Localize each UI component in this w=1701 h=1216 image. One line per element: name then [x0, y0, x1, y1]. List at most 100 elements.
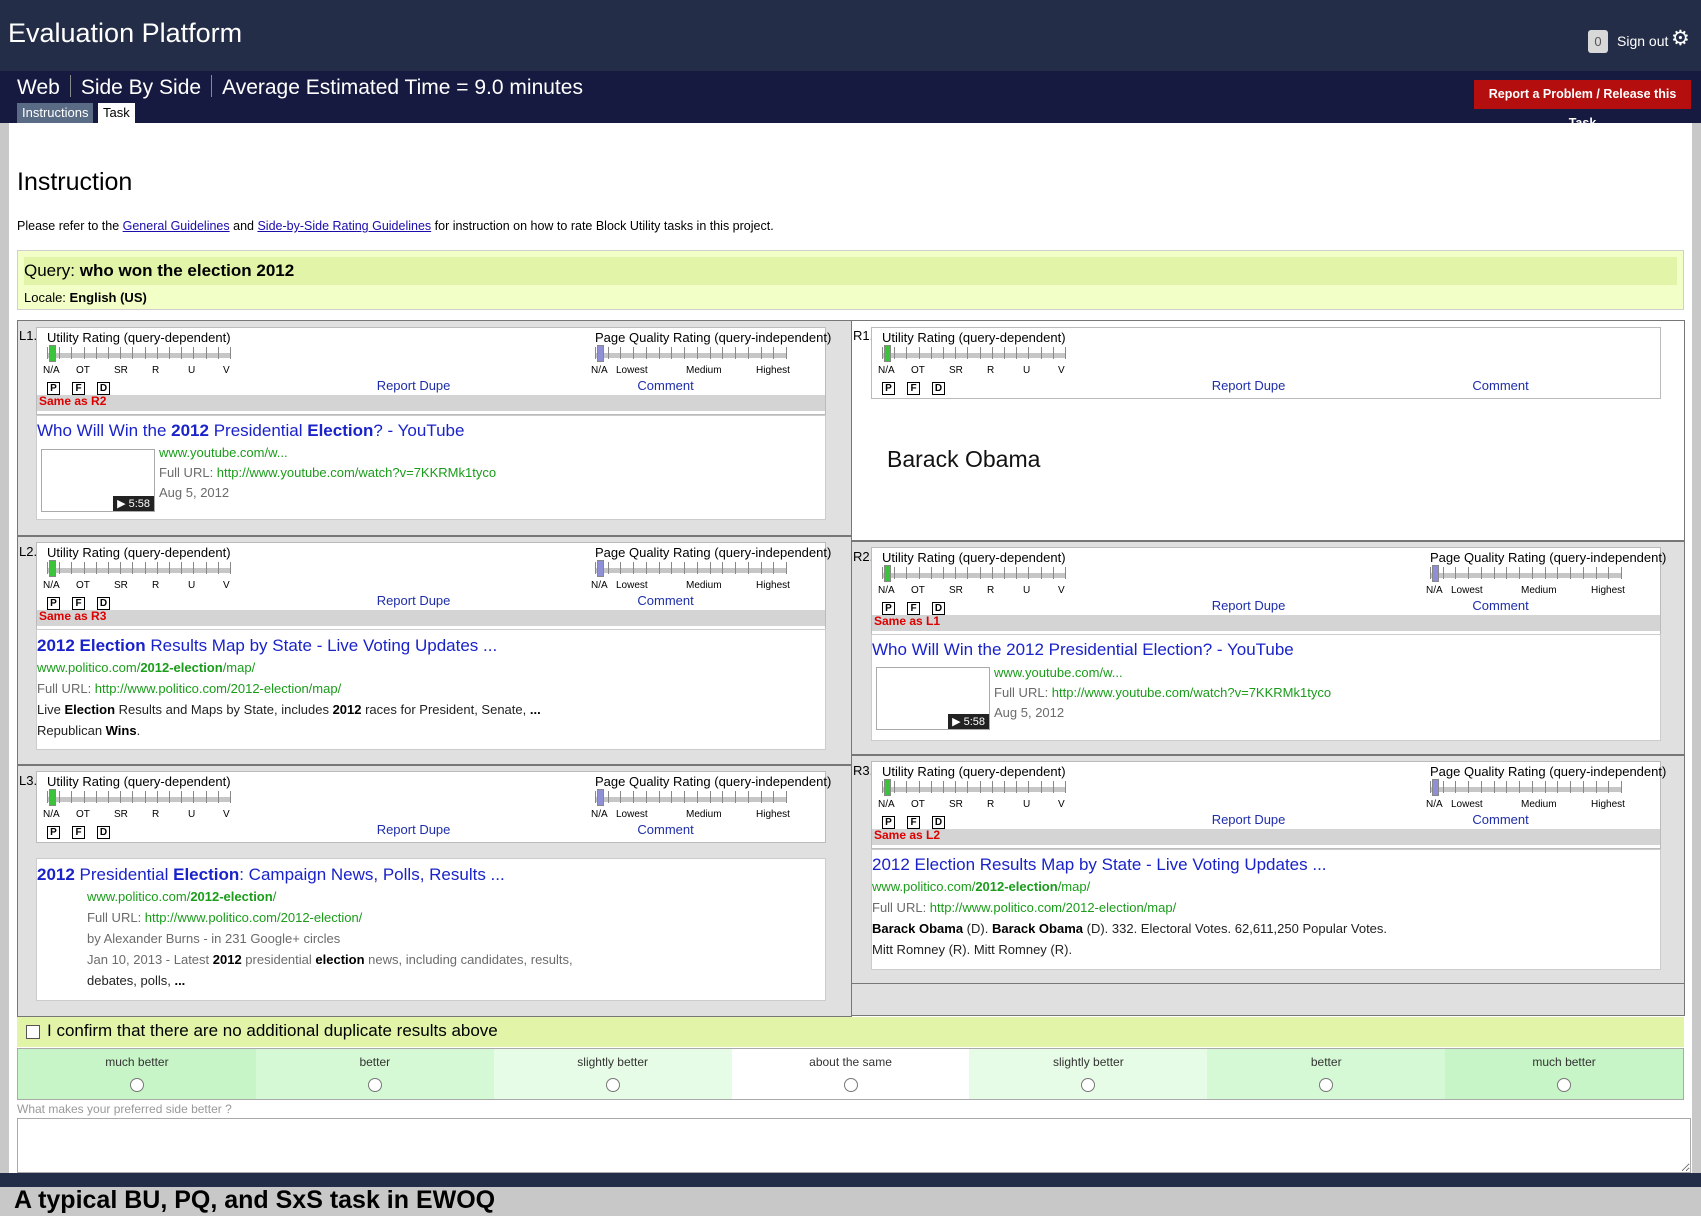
comment-link[interactable]: Comment	[1472, 378, 1528, 393]
scale-thumb[interactable]	[884, 565, 891, 582]
result-title-link[interactable]: Who Will Win the 2012 Presidential Elect…	[872, 640, 1294, 660]
snippet-part: Barack Obama	[991, 921, 1084, 936]
sxs-option-radio[interactable]	[843, 1078, 858, 1092]
snippet-part: races for President, Senate,	[361, 702, 530, 717]
report-dupe-link[interactable]: Report Dupe	[377, 822, 451, 837]
flag-didnt-load-checkbox[interactable]: D	[97, 826, 110, 839]
tab-task[interactable]: Task	[98, 103, 135, 123]
comment-link[interactable]: Comment	[637, 822, 693, 837]
notification-badge[interactable]: 0	[1588, 30, 1608, 53]
scale-thumb[interactable]	[597, 560, 604, 577]
scale-tick	[646, 347, 647, 359]
tab-instructions[interactable]: Instructions	[17, 103, 94, 123]
report-problem-button[interactable]: Report a Problem / Release this Task	[1474, 80, 1691, 130]
sxs-guidelines-link[interactable]: Side-by-Side Rating Guidelines	[257, 219, 431, 233]
full-url-link[interactable]: http://www.politico.com/2012-election/ma…	[95, 681, 341, 696]
sxs-option[interactable]: much better	[18, 1049, 256, 1099]
pq-scale[interactable]	[1430, 565, 1622, 582]
scale-thumb[interactable]	[1432, 565, 1439, 582]
sxs-option[interactable]: slightly better	[969, 1049, 1208, 1099]
report-dupe-link[interactable]: Report Dupe	[1212, 378, 1286, 393]
util-scale[interactable]	[882, 345, 1066, 362]
comment-link[interactable]: Comment	[1472, 598, 1528, 613]
full-url-link[interactable]: http://www.politico.com/2012-election/	[145, 910, 363, 925]
sxs-option[interactable]: better	[1207, 1049, 1446, 1099]
sxs-option-radio[interactable]	[367, 1078, 382, 1092]
scale-tick	[120, 791, 121, 803]
sign-out-link[interactable]: Sign out	[1617, 33, 1668, 49]
result-title-link[interactable]: 2012 Election Results Map by State - Liv…	[872, 855, 1327, 875]
scale-tick	[697, 562, 698, 574]
pq-scale[interactable]	[1430, 779, 1622, 796]
scale-thumb[interactable]	[597, 345, 604, 362]
scale-label: Medium	[1521, 585, 1557, 596]
gear-icon[interactable]: ⚙	[1671, 28, 1690, 49]
sxs-option[interactable]: slightly better	[493, 1049, 732, 1099]
full-url-link[interactable]: http://www.politico.com/2012-election/ma…	[930, 900, 1176, 915]
report-dupe-link[interactable]: Report Dupe	[377, 593, 451, 608]
result-title-link[interactable]: 2012 Presidential Election: Campaign New…	[37, 865, 505, 885]
sxs-option[interactable]: better	[255, 1049, 494, 1099]
scale-tick	[1494, 781, 1495, 793]
scale-tick	[697, 347, 698, 359]
comment-link[interactable]: Comment	[1472, 812, 1528, 827]
report-dupe-link[interactable]: Report Dupe	[1212, 812, 1286, 827]
snippet-part: 2012	[332, 702, 362, 717]
util-scale[interactable]	[47, 789, 231, 806]
scale-thumb[interactable]	[49, 345, 56, 362]
scale-tick	[96, 347, 97, 359]
sxs-option[interactable]: about the same	[731, 1049, 970, 1099]
result-title-link[interactable]: 2012 Election Results Map by State - Liv…	[37, 636, 497, 656]
scale-tick	[633, 562, 634, 574]
report-dupe-link[interactable]: Report Dupe	[1212, 598, 1286, 613]
sxs-option-radio[interactable]	[1081, 1078, 1096, 1092]
scale-thumb[interactable]	[597, 789, 604, 806]
util-scale[interactable]	[882, 565, 1066, 582]
confirm-row: I confirm that there are no additional d…	[17, 1017, 1684, 1047]
util-scale[interactable]	[882, 779, 1066, 796]
scale-thumb[interactable]	[884, 345, 891, 362]
comment-link[interactable]: Comment	[637, 593, 693, 608]
video-thumbnail[interactable]: ▶ 5:58	[41, 449, 155, 512]
scale-label: N/A	[878, 585, 895, 596]
general-guidelines-link[interactable]: General Guidelines	[123, 219, 230, 233]
sxs-option-radio[interactable]	[129, 1078, 144, 1092]
scale-label: R	[987, 585, 995, 596]
pq-scale[interactable]	[595, 345, 787, 362]
scale-tick	[71, 562, 72, 574]
scale-tick	[967, 567, 968, 579]
title-part: 2012 Election	[37, 636, 146, 655]
scale-thumb[interactable]	[1432, 779, 1439, 796]
report-dupe-link[interactable]: Report Dupe	[377, 378, 451, 393]
full-url-link[interactable]: http://www.youtube.com/watch?v=7KKRMk1ty…	[1052, 685, 1331, 700]
sxs-option-label: slightly better	[577, 1055, 648, 1069]
scale-thumb[interactable]	[884, 779, 891, 796]
scale-tick	[722, 347, 723, 359]
flag-foreign-checkbox[interactable]: F	[907, 382, 920, 395]
scale-thumb[interactable]	[49, 560, 56, 577]
flag-foreign-checkbox[interactable]: F	[72, 826, 85, 839]
pq-scale[interactable]	[595, 560, 787, 577]
pq-scale[interactable]	[595, 789, 787, 806]
scale-tick	[980, 347, 981, 359]
breadcrumb-divider	[211, 75, 213, 97]
video-thumbnail[interactable]: ▶ 5:58	[876, 667, 990, 730]
comment-link[interactable]: Comment	[637, 378, 693, 393]
scale-tick	[633, 347, 634, 359]
sxs-option-radio[interactable]	[1319, 1078, 1334, 1092]
result-title-link[interactable]: Who Will Win the 2012 Presidential Elect…	[37, 421, 464, 441]
flag-porn-checkbox[interactable]: P	[882, 382, 895, 395]
util-scale[interactable]	[47, 560, 231, 577]
sxs-option-radio[interactable]	[605, 1078, 620, 1092]
sxs-option[interactable]: much better	[1445, 1049, 1684, 1099]
full-url-label: Full URL:	[87, 910, 145, 925]
scale-tick	[943, 781, 944, 793]
scale-thumb[interactable]	[49, 789, 56, 806]
flag-porn-checkbox[interactable]: P	[47, 826, 60, 839]
why-textarea[interactable]	[17, 1118, 1691, 1173]
util-scale[interactable]	[47, 345, 231, 362]
full-url-link[interactable]: http://www.youtube.com/watch?v=7KKRMk1ty…	[217, 465, 496, 480]
sxs-option-radio[interactable]	[1557, 1078, 1572, 1092]
confirm-checkbox[interactable]	[26, 1025, 40, 1039]
flag-didnt-load-checkbox[interactable]: D	[932, 382, 945, 395]
